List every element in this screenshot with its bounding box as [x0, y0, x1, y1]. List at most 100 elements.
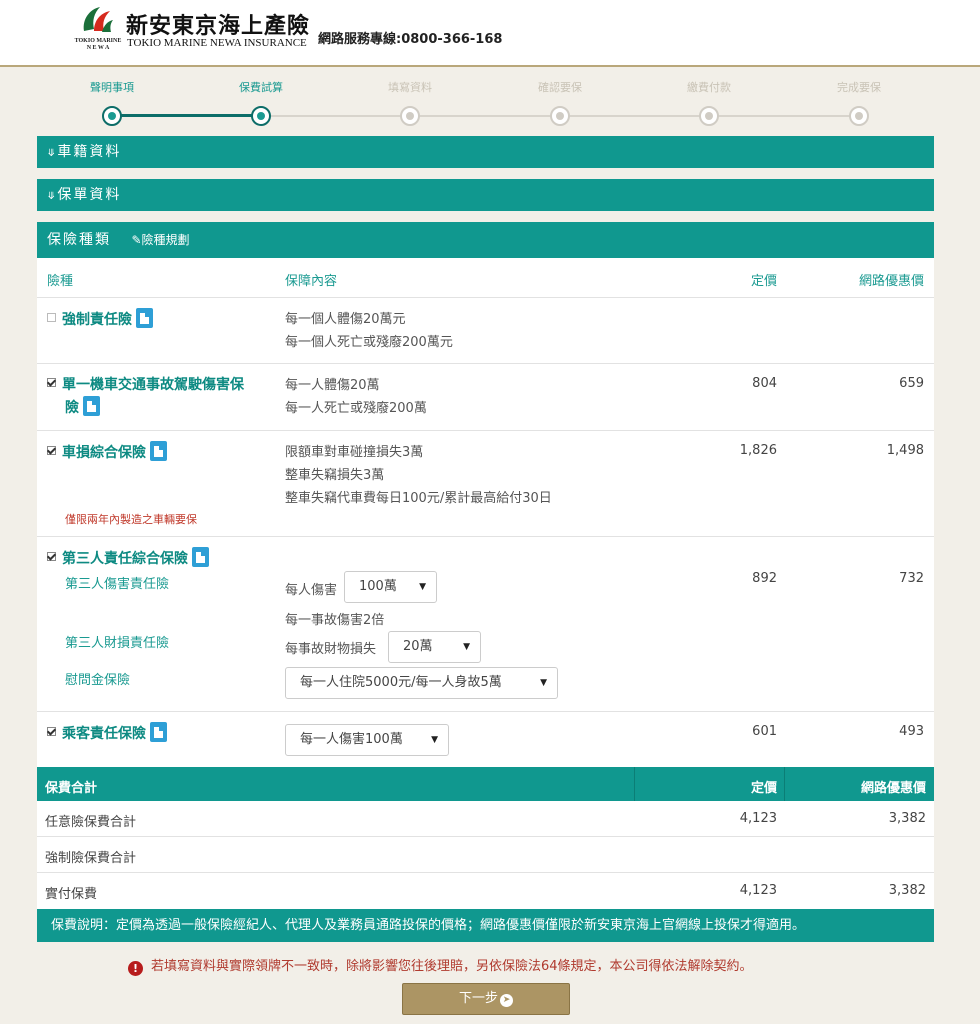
insurance-name[interactable]: 強制責任險: [62, 312, 132, 328]
next-step-label: 下一步: [458, 991, 498, 1006]
coverage-type-header: 保險種類 ✎險種規劃: [37, 222, 934, 258]
step-dot-6: [849, 106, 869, 126]
step-dot-4: [550, 106, 570, 126]
totals-price: 4,123: [739, 811, 777, 826]
premium-explanation: 保費說明：定價為透過一般保險經紀人、代理人及業務員通路投保的價格；網路優惠價僅限…: [37, 909, 934, 942]
chevron-down-icon: ⤋: [47, 148, 56, 159]
step-dot-5: [699, 106, 719, 126]
dropdown-arrow-icon: ▼: [540, 678, 547, 688]
coverage-line: 每一人死亡或殘廢200萬: [285, 401, 427, 416]
step-label-1: 聲明事項: [90, 81, 134, 94]
warning-message: ! 若填寫資料與實際領牌不一致時，除將影響您往後理賠，另依保險法64條規定，本公司…: [128, 955, 753, 976]
coverage-line: 整車失竊損失3萬: [285, 468, 385, 483]
plan-link[interactable]: ✎險種規劃: [131, 233, 189, 247]
totals-label: 任意險保費合計: [45, 815, 137, 830]
step-line-done: [112, 114, 262, 117]
price-value: 601: [752, 724, 777, 739]
step-label-4: 確認要保: [538, 81, 582, 94]
policy-info-title: 保單資料: [57, 187, 122, 203]
totals-row: 任意險保費合計 4,123 3,382: [37, 801, 934, 837]
service-hotline: 網路服務專線:0800-366-168: [318, 32, 503, 47]
logo-line-2: N E W A: [86, 45, 110, 51]
vehicle-damage-checkbox[interactable]: [47, 446, 56, 455]
totals-header-label: 保費合計: [45, 781, 98, 796]
logo-line-1: TOKIO MARINE: [74, 38, 122, 44]
plan-link-label: 險種規劃: [141, 233, 190, 247]
totals-net-price: 3,382: [888, 883, 926, 898]
site-header: TOKIO MARINE N E W A 新安東京海上產險 TOKIO MARI…: [0, 0, 980, 67]
warning-text: 若填寫資料與實際領牌不一致時，除將影響您往後理賠，另依保險法64條規定，本公司得…: [151, 959, 753, 974]
totals-row: 強制險保費合計: [37, 837, 934, 873]
totals-header-price: 定價: [750, 781, 777, 796]
property-amount-value: 20萬: [403, 639, 433, 654]
table-row: 車損綜合保險 僅限兩年內製造之車輛要保 限額車對車碰撞損失3萬 整車失竊損失3萬…: [37, 431, 934, 537]
consolation-value: 每一人住院5000元/每一人身故5萬: [300, 675, 502, 690]
net-price-value: 732: [899, 571, 924, 586]
document-icon[interactable]: [192, 547, 209, 567]
premium-totals: 保費合計 定價 網路優惠價 任意險保費合計 4,123 3,382 強制險保費合…: [37, 767, 934, 909]
totals-row: 實付保費 4,123 3,382: [37, 873, 934, 909]
document-icon[interactable]: [150, 722, 167, 742]
document-icon[interactable]: [136, 308, 153, 328]
dropdown-arrow-icon: ▼: [463, 642, 470, 652]
coverage-line: 整車失竊代車費每日100元/累計最高給付30日: [285, 491, 552, 506]
vehicle-info-title: 車籍資料: [57, 144, 122, 160]
header-divider: [634, 767, 635, 801]
insurance-name-cont[interactable]: 險: [65, 400, 79, 416]
insurance-name[interactable]: 車損綜合保險: [62, 445, 146, 461]
totals-net-price: 3,382: [888, 811, 926, 826]
insurance-name[interactable]: 乘客責任保險: [62, 726, 146, 742]
price-value: 1,826: [739, 443, 777, 458]
table-header-row: 險種 保障內容 定價 網路優惠價: [37, 258, 934, 298]
insurance-name[interactable]: 第三人責任綜合保險: [62, 551, 188, 567]
third-party-property-label: 第三人財損責任險: [65, 636, 170, 651]
insurance-name[interactable]: 單一機車交通事故駕駛傷害保: [62, 377, 244, 393]
price-value: 892: [752, 571, 777, 586]
arrow-right-icon: ➤: [500, 994, 513, 1007]
table-row: 單一機車交通事故駕駛傷害保 險 每一人體傷20萬 每一人死亡或殘廢200萬 80…: [37, 364, 934, 431]
property-amount-select[interactable]: 20萬 ▼: [388, 631, 481, 663]
passenger-checkbox[interactable]: [47, 727, 56, 736]
coverage-line: 每一人體傷20萬: [285, 378, 380, 393]
injury-amount-select[interactable]: 100萬 ▼: [344, 571, 437, 603]
third-party-checkbox[interactable]: [47, 552, 56, 561]
logo-subtext: TOKIO MARINE N E W A: [70, 38, 126, 52]
coverage-line: 每一個人死亡或殘廢200萬元: [285, 335, 453, 350]
header-divider: [784, 767, 785, 801]
step-label-2: 保費試算: [239, 81, 283, 94]
manufacture-note: 僅限兩年內製造之車輛要保: [65, 513, 197, 526]
price-value: 804: [752, 376, 777, 391]
header-net-price: 網路優惠價: [858, 274, 924, 289]
alert-icon: !: [128, 961, 143, 976]
vehicle-info-section[interactable]: ⤋ 車籍資料: [37, 136, 934, 168]
totals-label: 實付保費: [45, 887, 98, 902]
table-row: 乘客責任保險 每一人傷害100萬 ▼ 601 493: [37, 712, 934, 768]
step-label-6: 完成要保: [837, 81, 881, 94]
coverage-line: 每一個人體傷20萬元: [285, 312, 406, 327]
driver-injury-checkbox[interactable]: [47, 378, 56, 387]
compulsory-checkbox[interactable]: [47, 313, 56, 322]
document-icon[interactable]: [83, 396, 100, 416]
brand-name-chinese[interactable]: 新安東京海上產險: [126, 8, 310, 40]
injury-amount-value: 100萬: [359, 579, 397, 594]
policy-info-section[interactable]: ⤋ 保單資料: [37, 179, 934, 211]
step-label-3: 填寫資料: [388, 81, 432, 94]
header-coverage: 保障內容: [285, 274, 338, 289]
consolation-select[interactable]: 每一人住院5000元/每一人身故5萬 ▼: [285, 667, 558, 699]
coverage-table: 險種 保障內容 定價 網路優惠價 強制責任險 每一個人體傷20萬元 每一個人死亡…: [37, 258, 934, 768]
net-price-value: 493: [899, 724, 924, 739]
passenger-select[interactable]: 每一人傷害100萬 ▼: [285, 724, 449, 756]
totals-header: 保費合計 定價 網路優惠價: [37, 767, 934, 801]
dropdown-arrow-icon: ▼: [419, 582, 426, 592]
step-label-5: 繳費付款: [687, 81, 731, 94]
passenger-value: 每一人傷害100萬: [300, 732, 403, 747]
next-step-button[interactable]: 下一步 ➤: [402, 983, 570, 1015]
step-dot-2: [251, 106, 271, 126]
coverage-type-title: 保險種類: [47, 232, 111, 248]
tokio-marine-logo-icon[interactable]: [80, 5, 114, 35]
table-row: 第三人責任綜合保險 第三人傷害責任險 第三人財損責任險 慰問金保險 每人傷害 1…: [37, 537, 934, 712]
document-icon[interactable]: [150, 441, 167, 461]
header-price: 定價: [750, 274, 777, 289]
step-dot-1: [102, 106, 122, 126]
brand-name-english: TOKIO MARINE NEWA INSURANCE: [127, 37, 307, 49]
